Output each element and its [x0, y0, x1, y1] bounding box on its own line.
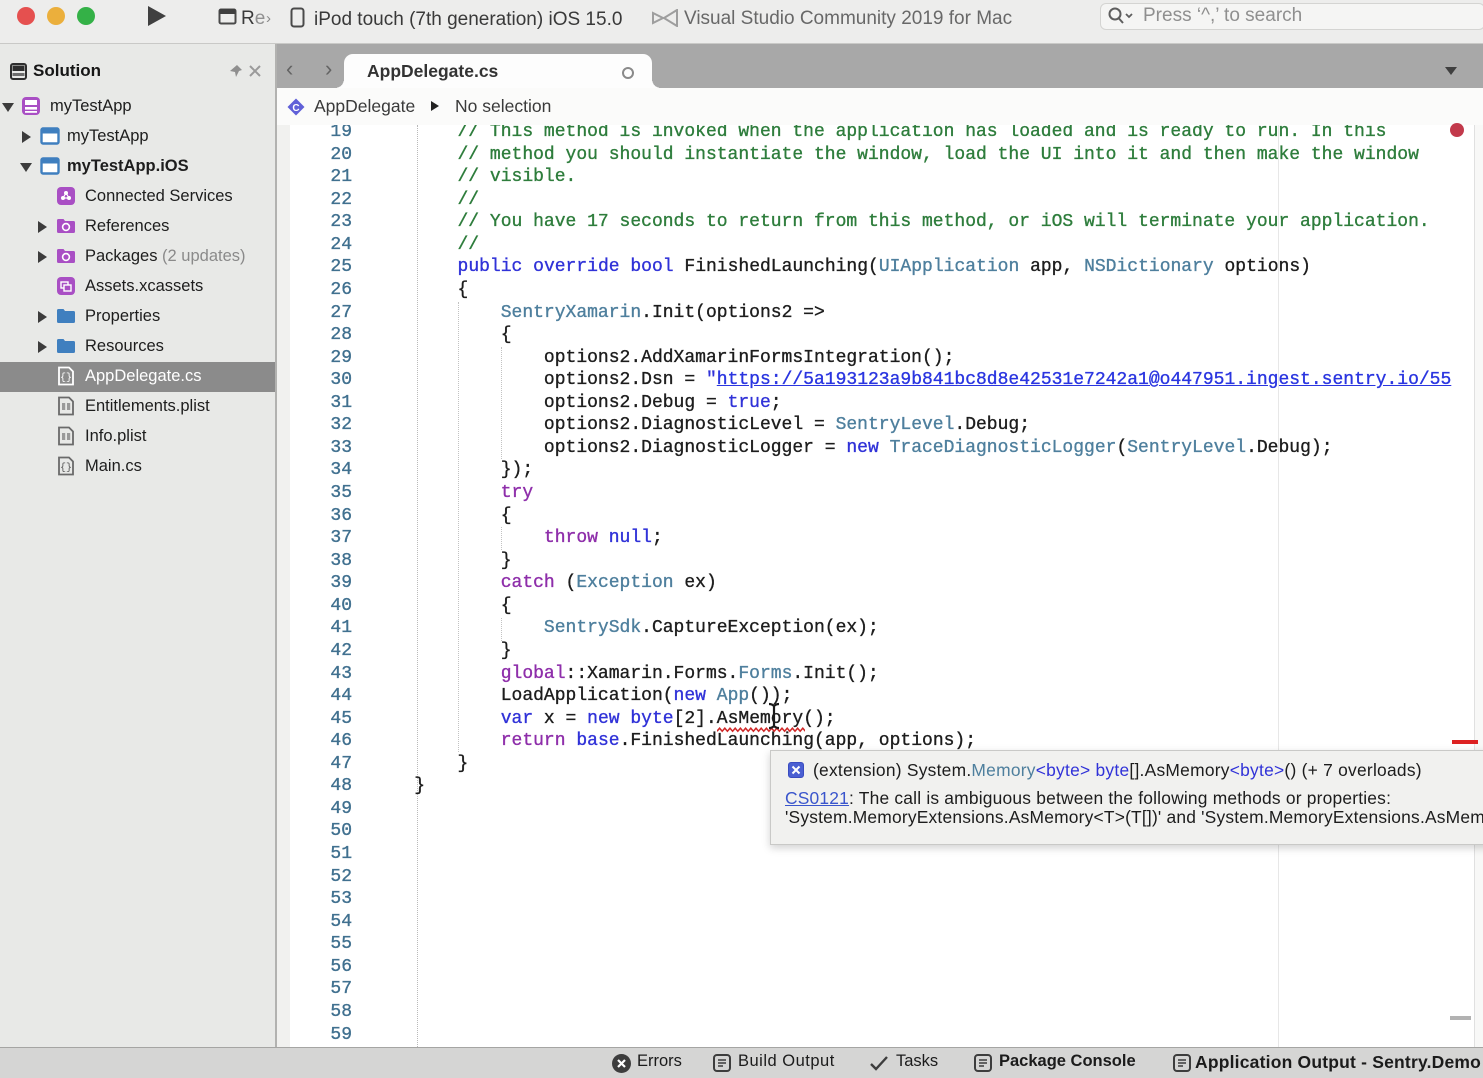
- svg-text:{}: {}: [60, 372, 72, 384]
- svg-text:{}: {}: [60, 462, 72, 474]
- svg-text:C: C: [292, 103, 299, 114]
